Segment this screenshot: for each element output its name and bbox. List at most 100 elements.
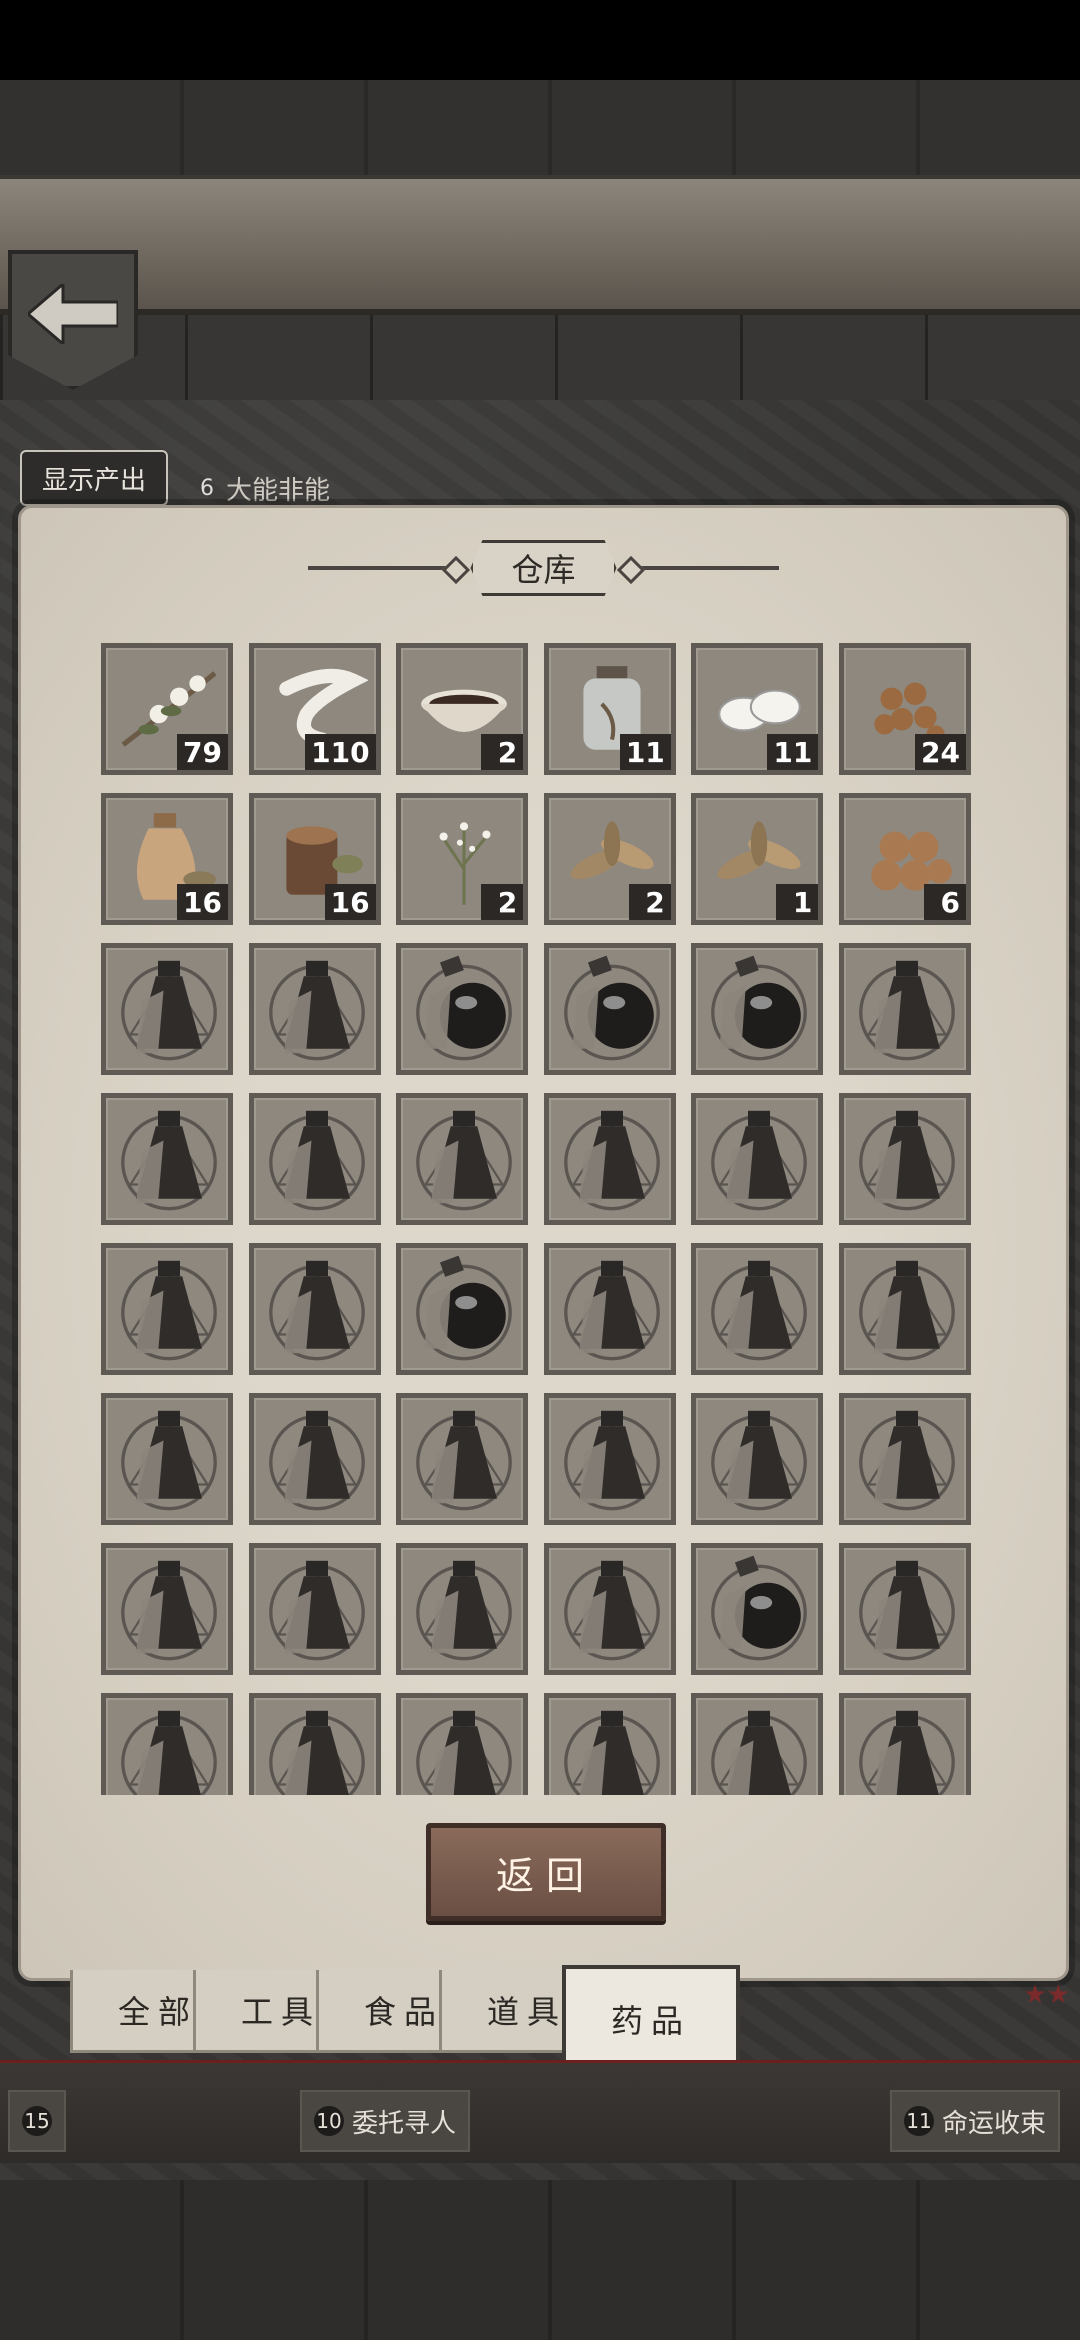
flask-icon bbox=[114, 952, 224, 1062]
flask-icon bbox=[704, 1402, 814, 1512]
locked-slot[interactable] bbox=[838, 943, 971, 1075]
flask-icon bbox=[409, 1702, 519, 1795]
locked-slot[interactable] bbox=[396, 1393, 529, 1525]
locked-slot[interactable] bbox=[543, 1093, 676, 1225]
flask-icon bbox=[262, 1402, 372, 1512]
inventory-slot[interactable]: 11 bbox=[691, 643, 824, 775]
flask-icon bbox=[852, 1402, 962, 1512]
locked-slot[interactable] bbox=[248, 1243, 381, 1375]
quest-number: 11 bbox=[904, 2106, 934, 2136]
locked-slot[interactable] bbox=[838, 1393, 971, 1525]
flask-icon bbox=[557, 1552, 667, 1662]
title-ornament-right bbox=[628, 566, 779, 570]
item-count: 79 bbox=[177, 734, 228, 770]
tab-4[interactable]: 药品 bbox=[562, 1965, 740, 2073]
item-count: 110 bbox=[305, 734, 376, 770]
flask-icon bbox=[114, 1102, 224, 1212]
locked-slot[interactable] bbox=[101, 1243, 233, 1375]
inventory-slot[interactable]: 2 bbox=[543, 793, 676, 925]
locked-slot[interactable] bbox=[101, 943, 233, 1075]
show-output-button[interactable]: 显示产出 bbox=[20, 450, 168, 506]
locked-slot[interactable] bbox=[543, 1393, 676, 1525]
locked-slot[interactable] bbox=[248, 1543, 381, 1675]
floor bbox=[0, 2180, 1080, 2340]
locked-slot[interactable] bbox=[396, 1693, 529, 1795]
inventory-slot[interactable]: 6 bbox=[838, 793, 971, 925]
locked-slot[interactable] bbox=[838, 1693, 971, 1795]
title-ornament-left bbox=[308, 566, 459, 570]
inventory-slot[interactable]: 2 bbox=[396, 793, 529, 925]
flask-icon bbox=[409, 1402, 519, 1512]
flask-icon bbox=[262, 1702, 372, 1795]
quest-item[interactable]: 11 命运收束 bbox=[890, 2090, 1061, 2152]
locked-slot[interactable] bbox=[543, 1693, 676, 1795]
locked-slot[interactable] bbox=[691, 1243, 824, 1375]
return-button[interactable]: 返回 bbox=[426, 1823, 666, 1921]
locked-slot[interactable] bbox=[543, 943, 676, 1075]
flask-icon bbox=[852, 1552, 962, 1662]
flask-icon bbox=[852, 952, 962, 1062]
locked-slot[interactable] bbox=[101, 1543, 233, 1675]
locked-slot[interactable] bbox=[101, 1093, 233, 1225]
inventory-slot[interactable]: 79 bbox=[101, 643, 233, 775]
locked-slot[interactable] bbox=[838, 1093, 971, 1225]
locked-slot[interactable] bbox=[691, 1393, 824, 1525]
locked-slot[interactable] bbox=[543, 1543, 676, 1675]
flask-icon bbox=[704, 1252, 814, 1362]
flask-icon bbox=[409, 1552, 519, 1662]
item-count: 16 bbox=[177, 884, 228, 920]
locked-slot[interactable] bbox=[543, 1243, 676, 1375]
locked-slot[interactable] bbox=[101, 1693, 233, 1795]
flask-icon bbox=[852, 1702, 962, 1795]
locked-slot[interactable] bbox=[691, 1693, 824, 1795]
flask-icon bbox=[262, 1252, 372, 1362]
item-count: 2 bbox=[481, 884, 524, 920]
flask-icon bbox=[114, 1402, 224, 1512]
inventory-slot[interactable]: 11 bbox=[543, 643, 676, 775]
panel-header: 仓库 bbox=[21, 548, 1066, 588]
item-count: 11 bbox=[619, 734, 671, 770]
flask-icon bbox=[557, 1702, 667, 1795]
location-name: 大能非能 bbox=[226, 476, 331, 506]
locked-slot[interactable] bbox=[248, 1393, 381, 1525]
locked-slot[interactable] bbox=[248, 1093, 381, 1225]
locked-slot[interactable] bbox=[396, 1543, 529, 1675]
locked-slot[interactable] bbox=[248, 943, 381, 1075]
flask-icon bbox=[852, 1102, 962, 1212]
locked-slot[interactable] bbox=[396, 943, 529, 1075]
inventory-slot[interactable]: 16 bbox=[101, 793, 233, 925]
locked-slot[interactable] bbox=[396, 1093, 529, 1225]
locked-slot[interactable] bbox=[691, 1543, 824, 1675]
quest-name: 命运收束 bbox=[942, 2108, 1047, 2139]
locked-slot[interactable] bbox=[101, 1393, 233, 1525]
item-count: 24 bbox=[915, 734, 966, 770]
inventory-slot[interactable]: 16 bbox=[248, 793, 381, 925]
inventory-slot[interactable]: 2 bbox=[396, 643, 529, 775]
warehouse-panel: 仓库 79 110 2 11 11 24 16 16 2 2 1 6 返回 bbox=[18, 505, 1069, 1981]
round-flask-icon bbox=[704, 1552, 814, 1662]
item-count: 11 bbox=[767, 734, 819, 770]
locked-slot[interactable] bbox=[691, 943, 824, 1075]
flask-icon bbox=[262, 952, 372, 1062]
quest-item[interactable]: 10 委托寻人 bbox=[300, 2090, 471, 2152]
flask-icon bbox=[114, 1252, 224, 1362]
flask-icon bbox=[704, 1702, 814, 1795]
inventory-slot[interactable]: 110 bbox=[248, 643, 381, 775]
quest-item[interactable]: 15 bbox=[8, 2090, 66, 2152]
location-number: 6 bbox=[200, 476, 214, 501]
locked-slot[interactable] bbox=[691, 1093, 824, 1225]
round-flask-icon bbox=[409, 952, 519, 1062]
inventory-slot[interactable]: 24 bbox=[838, 643, 971, 775]
round-flask-icon bbox=[557, 952, 667, 1062]
locked-slot[interactable] bbox=[248, 1693, 381, 1795]
locked-slot[interactable] bbox=[396, 1243, 529, 1375]
flask-icon bbox=[557, 1252, 667, 1362]
quest-number: 15 bbox=[22, 2106, 52, 2136]
flask-icon bbox=[557, 1402, 667, 1512]
inventory-slot[interactable]: 1 bbox=[691, 793, 824, 925]
map-location-label[interactable]: 6 大能非能 bbox=[200, 470, 330, 507]
flask-icon bbox=[704, 1102, 814, 1212]
flask-icon bbox=[262, 1102, 372, 1212]
locked-slot[interactable] bbox=[838, 1243, 971, 1375]
locked-slot[interactable] bbox=[838, 1543, 971, 1675]
